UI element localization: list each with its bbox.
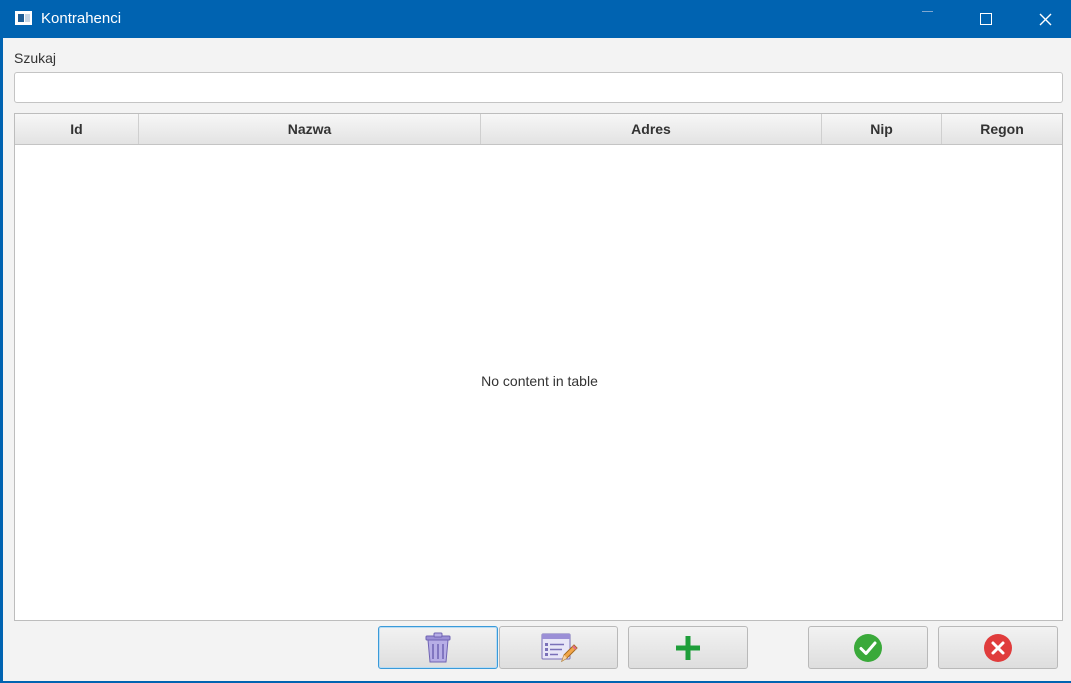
column-header-regon[interactable]: Regon: [942, 114, 1062, 144]
contractors-table[interactable]: Id Nazwa Adres Nip Regon No content in t…: [14, 113, 1063, 621]
column-header-id[interactable]: Id: [15, 114, 139, 144]
table-header: Id Nazwa Adres Nip Regon: [15, 114, 1062, 145]
checkmark-icon: [854, 633, 882, 662]
edit-form-icon: [541, 633, 578, 662]
column-header-adres[interactable]: Adres: [481, 114, 822, 144]
edit-button[interactable]: [499, 626, 618, 669]
window-title: Kontrahenci: [41, 10, 122, 27]
trash-icon: [425, 632, 451, 662]
app-window-icon: [15, 11, 32, 25]
title-bar: Kontrahenci: [0, 0, 1071, 38]
close-icon: [1039, 13, 1051, 25]
cancel-x-icon: [984, 633, 1012, 662]
maximize-icon: [980, 13, 992, 25]
column-header-nip[interactable]: Nip: [822, 114, 942, 144]
minimize-icon: [921, 10, 933, 12]
kontrahenci-window: Kontrahenci Szukaj Id Nazwa Adres Nip Re…: [0, 0, 1071, 683]
add-button[interactable]: [628, 626, 748, 669]
plus-icon: [676, 635, 700, 660]
search-label: Szukaj: [14, 50, 57, 66]
column-header-nazwa[interactable]: Nazwa: [139, 114, 481, 144]
maximize-button[interactable]: [957, 0, 1015, 38]
cancel-button[interactable]: [938, 626, 1058, 669]
delete-button[interactable]: [378, 626, 498, 669]
confirm-button[interactable]: [808, 626, 928, 669]
close-button[interactable]: [1016, 0, 1071, 38]
empty-table-message: No content in table: [481, 373, 598, 389]
search-input[interactable]: [14, 72, 1063, 103]
minimize-button[interactable]: [898, 0, 956, 38]
